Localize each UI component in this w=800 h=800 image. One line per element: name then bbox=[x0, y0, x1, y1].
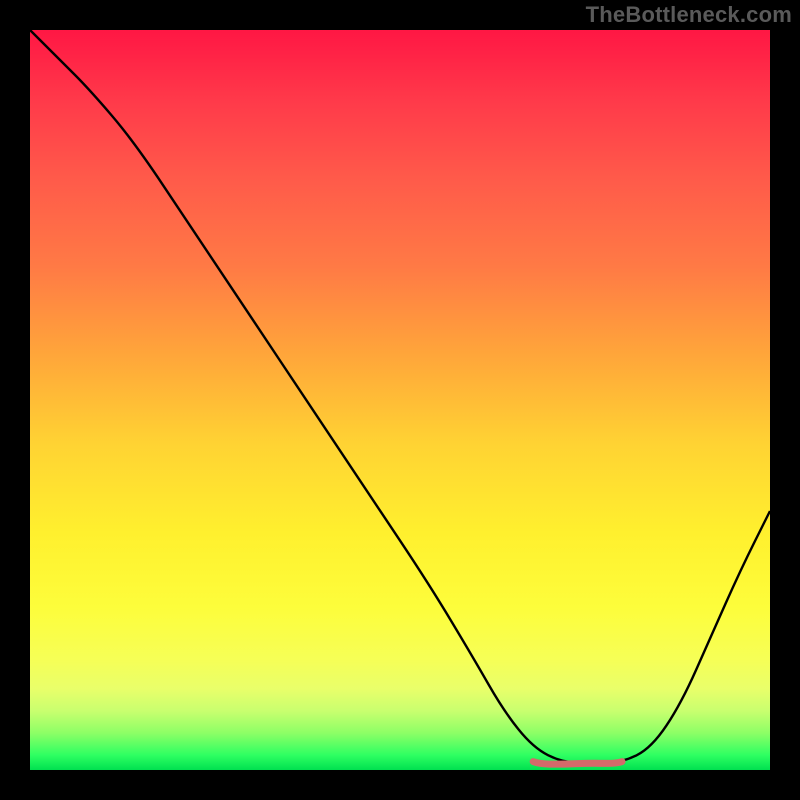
curve-layer bbox=[30, 30, 770, 770]
watermark-text: TheBottleneck.com bbox=[586, 2, 792, 28]
highlight-segment bbox=[533, 762, 622, 765]
plot-area bbox=[30, 30, 770, 770]
bottleneck-curve bbox=[30, 30, 770, 763]
chart-container: TheBottleneck.com bbox=[0, 0, 800, 800]
